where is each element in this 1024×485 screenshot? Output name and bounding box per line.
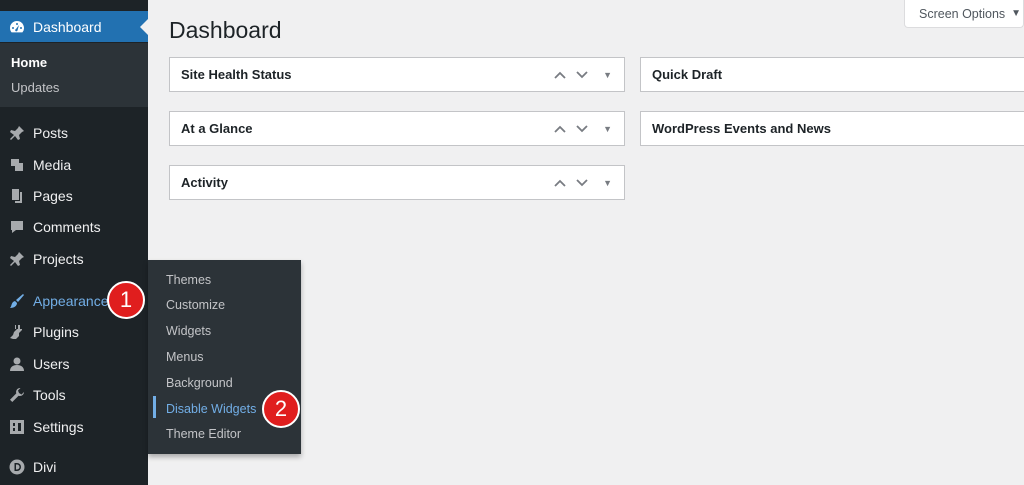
menu-pages[interactable]: Pages <box>0 180 148 211</box>
menu-comments-label: Comments <box>33 218 101 235</box>
active-menu-arrow <box>140 19 148 35</box>
menu-posts-label: Posts <box>33 124 69 141</box>
chevron-up-icon[interactable] <box>553 68 567 82</box>
widget-title: Activity <box>181 175 228 190</box>
widget-title: At a Glance <box>181 121 253 136</box>
menu-pages-label: Pages <box>33 187 73 204</box>
wrench-icon <box>8 386 26 404</box>
menu-divi-label: Divi <box>33 458 57 475</box>
menu-appearance-label: Appearance <box>33 292 109 309</box>
flyout-menus[interactable]: Menus <box>166 350 204 364</box>
screen-options-label: Screen Options <box>919 6 1006 21</box>
chevron-down-icon[interactable] <box>575 122 589 136</box>
chevron-down-icon[interactable] <box>575 176 589 190</box>
toggle-triangle-icon[interactable]: ▼ <box>603 70 612 80</box>
pin-icon <box>8 124 26 142</box>
flyout-themes[interactable]: Themes <box>166 273 211 287</box>
widget-events-news: WordPress Events and News <box>640 111 1024 146</box>
menu-dashboard-label: Dashboard <box>33 18 102 35</box>
menu-plugins[interactable]: Plugins <box>0 316 148 347</box>
flyout-background[interactable]: Background <box>166 376 233 390</box>
flyout-selection-bar <box>153 396 156 418</box>
dashboard-icon <box>8 18 26 36</box>
brush-icon <box>8 292 26 310</box>
admin-sidebar: Dashboard Home Updates Posts Media Pages… <box>0 0 148 485</box>
menu-media-label: Media <box>33 156 72 173</box>
widget-site-health: Site Health Status ▼ <box>169 57 625 92</box>
widget-activity: Activity ▼ <box>169 165 625 200</box>
menu-comments[interactable]: Comments <box>0 211 148 242</box>
menu-projects[interactable]: Projects <box>0 243 148 274</box>
widget-title: WordPress Events and News <box>652 121 831 136</box>
menu-settings-label: Settings <box>33 418 84 435</box>
menu-users-label: Users <box>33 355 70 372</box>
menu-settings[interactable]: Settings <box>0 411 148 442</box>
widget-title: Quick Draft <box>652 67 723 82</box>
dashboard-submenu: Home Updates <box>0 43 148 107</box>
menu-plugins-label: Plugins <box>33 323 79 340</box>
menu-posts[interactable]: Posts <box>0 117 148 148</box>
page-title: Dashboard <box>169 17 282 43</box>
screen-options-button[interactable]: Screen Options ▼ <box>904 0 1024 28</box>
plug-icon <box>8 323 26 341</box>
widget-at-a-glance: At a Glance ▼ <box>169 111 625 146</box>
flyout-widgets[interactable]: Widgets <box>166 324 211 338</box>
step-badge-2: 2 <box>262 390 300 428</box>
toggle-triangle-icon[interactable]: ▼ <box>603 178 612 188</box>
menu-users[interactable]: Users <box>0 348 148 379</box>
caret-down-icon: ▼ <box>1011 8 1022 19</box>
chevron-up-icon[interactable] <box>553 122 567 136</box>
widget-title: Site Health Status <box>181 67 292 82</box>
step-badge-1: 1 <box>107 281 145 319</box>
toggle-triangle-icon[interactable]: ▼ <box>603 124 612 134</box>
comment-icon <box>8 218 26 236</box>
divi-logo-icon <box>8 458 26 476</box>
menu-tools-label: Tools <box>33 386 66 403</box>
submenu-updates[interactable]: Updates <box>11 80 59 95</box>
settings-icon <box>8 418 26 436</box>
menu-dashboard[interactable]: Dashboard <box>0 11 148 42</box>
menu-media[interactable]: Media <box>0 149 148 180</box>
chevron-up-icon[interactable] <box>553 176 567 190</box>
pages-icon <box>8 187 26 205</box>
user-icon <box>8 355 26 373</box>
flyout-disable-widgets[interactable]: Disable Widgets <box>166 402 256 416</box>
flyout-customize[interactable]: Customize <box>166 298 225 312</box>
menu-divi[interactable]: Divi <box>0 451 148 482</box>
pin-icon <box>8 250 26 268</box>
chevron-down-icon[interactable] <box>575 68 589 82</box>
menu-projects-label: Projects <box>33 250 84 267</box>
widget-quick-draft: Quick Draft <box>640 57 1024 92</box>
flyout-theme-editor[interactable]: Theme Editor <box>166 427 241 441</box>
menu-tools[interactable]: Tools <box>0 379 148 410</box>
submenu-home[interactable]: Home <box>11 55 47 70</box>
media-icon <box>8 156 26 174</box>
